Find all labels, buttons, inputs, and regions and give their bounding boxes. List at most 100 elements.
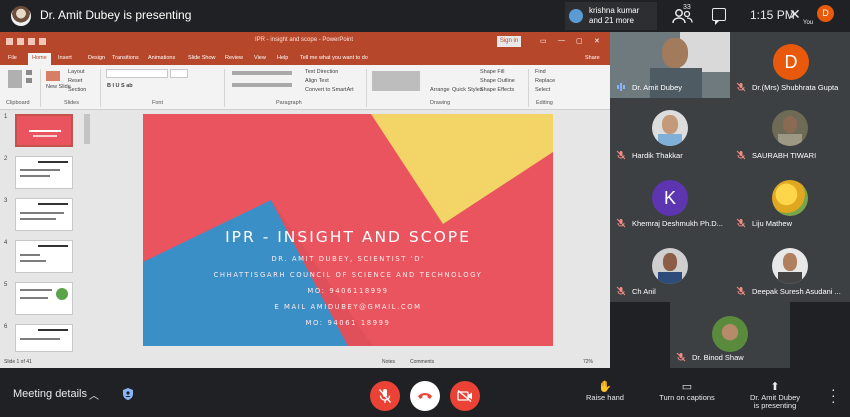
- copy-icon: [26, 78, 32, 83]
- arrange-label: Arrange: [430, 87, 450, 93]
- align-icons: [232, 83, 292, 87]
- slide-author: DR. AMIT DUBEY, SCIENTIST 'D': [271, 255, 425, 263]
- raise-hand-button[interactable]: ✋ Raise hand: [584, 380, 626, 402]
- participant-name: Dr. Amit Dubey: [632, 83, 683, 92]
- slide-title: IPR - INSIGHT AND SCOPE: [225, 228, 471, 246]
- participant-tile[interactable]: Dr. Amit Dubey: [610, 32, 730, 98]
- font-size-box: [170, 69, 188, 78]
- avatar: [652, 110, 688, 146]
- presenting-label: Dr. Amit Dubey is presenting: [40, 8, 192, 22]
- zoom-level: 72%: [583, 359, 594, 365]
- shape-effects-label: Shape Effects: [480, 87, 515, 93]
- ppt-tabs: File Home Insert Design Transitions Anim…: [0, 52, 610, 65]
- participant-name: Dr.(Mrs) Shubhrata Gupta: [752, 83, 839, 92]
- mic-off-icon: [736, 150, 746, 160]
- ppt-tab: Review: [225, 55, 244, 61]
- thumb-number: 6: [4, 324, 8, 330]
- slide-thumbnail-1: [15, 114, 73, 147]
- slide-thumbnail-6: [15, 324, 73, 352]
- mic-off-icon: [736, 286, 746, 296]
- slide-thumbnail-3: [15, 198, 73, 231]
- participant-tile[interactable]: Ch Anil: [610, 234, 730, 302]
- ppt-tab: Animations: [148, 55, 176, 61]
- leave-call-button[interactable]: [410, 381, 440, 411]
- camera-button[interactable]: [450, 381, 480, 411]
- ppt-tab: Design: [88, 55, 106, 61]
- minimize-icon: —: [558, 37, 565, 44]
- mic-off-icon: [736, 218, 746, 228]
- self-label: You: [803, 20, 814, 26]
- chevron-up-icon[interactable]: ︿: [89, 387, 99, 402]
- current-slide: IPR - INSIGHT AND SCOPE DR. AMIT DUBEY, …: [143, 114, 553, 346]
- chat-icon[interactable]: [712, 8, 726, 25]
- close-icon[interactable]: ✕: [789, 6, 801, 23]
- avatar: [772, 110, 808, 146]
- undo-icon: [17, 38, 24, 45]
- ribbon-group-label: Paragraph: [276, 100, 302, 106]
- ribbon-display-icon: ▭: [540, 38, 547, 45]
- mic-off-icon: [736, 82, 746, 92]
- list-icons: [232, 71, 292, 75]
- slide-thumbnails: 1 2 3 4 5 6: [0, 110, 92, 358]
- mic-off-icon: [378, 389, 392, 403]
- slide-thumbnail-4: [15, 240, 73, 273]
- participant-tile[interactable]: K Khemraj Deshmukh Ph.D...: [610, 166, 730, 234]
- ppt-share: Share: [585, 55, 600, 61]
- meeting-details-button[interactable]: Meeting details: [13, 388, 87, 400]
- participant-tile[interactable]: Hardik Thakkar: [610, 98, 730, 166]
- text-direction-label: Text Direction: [305, 69, 339, 75]
- new-slide-icon: [46, 71, 60, 81]
- clock: 1:15 PM: [750, 8, 795, 22]
- mic-off-icon: [616, 218, 626, 228]
- ppt-sign-in: Sign in: [497, 36, 521, 47]
- layout-label: Layout: [68, 69, 85, 75]
- select-label: Select: [535, 87, 551, 93]
- comments-button: Comments: [410, 359, 435, 365]
- font-name-box: [106, 69, 168, 78]
- thumbnail-scrollbar: [84, 114, 90, 144]
- participant-tile[interactable]: Dr. Binod Shaw: [670, 302, 790, 368]
- participant-tile[interactable]: SAURABH TIWARI: [730, 98, 850, 166]
- shape-fill-label: Shape Fill: [480, 69, 505, 75]
- captions-button[interactable]: ▭ Turn on captions: [655, 380, 719, 402]
- bold-icon: B I U S ab: [107, 83, 133, 89]
- find-label: Find: [535, 69, 546, 75]
- reset-label: Reset: [68, 78, 83, 84]
- ppt-doc-name: IPR - insight and scope - PowerPoint: [255, 37, 354, 43]
- shield-icon[interactable]: [122, 387, 134, 401]
- present-screen-icon: ⬆: [770, 381, 780, 393]
- joined-notification[interactable]: krishna kumar and 21 more: [565, 2, 657, 30]
- avatar: D: [773, 44, 809, 80]
- slide-organization: CHHATTISGARH COUNCIL OF SCIENCE AND TECH…: [213, 271, 483, 279]
- participant-name: Deepak Suresh Asudani ...: [752, 287, 841, 296]
- microphone-button[interactable]: [370, 381, 400, 411]
- ppt-titlebar: IPR - insight and scope - PowerPoint Sig…: [0, 32, 610, 52]
- ppt-tab: Help: [277, 55, 289, 61]
- avatar: [712, 316, 748, 352]
- redo-icon: [28, 38, 35, 45]
- participant-tile[interactable]: Liju Mathew: [730, 166, 850, 234]
- replace-label: Replace: [535, 78, 556, 84]
- slide-count: Slide 1 of 41: [4, 359, 32, 365]
- participant-name: SAURABH TIWARI: [752, 151, 817, 160]
- slide-thumbnail-2: [15, 156, 73, 189]
- participant-name: Hardik Thakkar: [632, 151, 683, 160]
- avatar: [772, 248, 808, 284]
- avatar: K: [652, 180, 688, 216]
- align-text-label: Align Text: [305, 78, 329, 84]
- shapes-gallery: [372, 71, 420, 91]
- self-avatar[interactable]: D: [817, 5, 834, 22]
- top-bar: Dr. Amit Dubey is presenting krishna kum…: [0, 0, 850, 32]
- mic-off-icon: [616, 150, 626, 160]
- ribbon-group-label: Slides: [64, 100, 79, 106]
- participant-tile[interactable]: D Dr.(Mrs) Shubhrata Gupta: [730, 32, 850, 98]
- participant-tile[interactable]: Deepak Suresh Asudani ...: [730, 234, 850, 302]
- meet-window: Dr. Amit Dubey is presenting krishna kum…: [0, 0, 850, 417]
- presenting-button[interactable]: ⬆ Dr. Amit Dubey is presenting: [744, 380, 806, 410]
- mic-off-icon: [616, 286, 626, 296]
- ribbon-group-label: Font: [152, 100, 164, 106]
- more-options-icon[interactable]: · · ·: [831, 382, 836, 408]
- ppt-ribbon: New Slide Layout Reset Section B I U S a…: [0, 65, 610, 110]
- ribbon-group-label: Drawing: [430, 100, 451, 106]
- maximize-icon: ▢: [576, 38, 583, 45]
